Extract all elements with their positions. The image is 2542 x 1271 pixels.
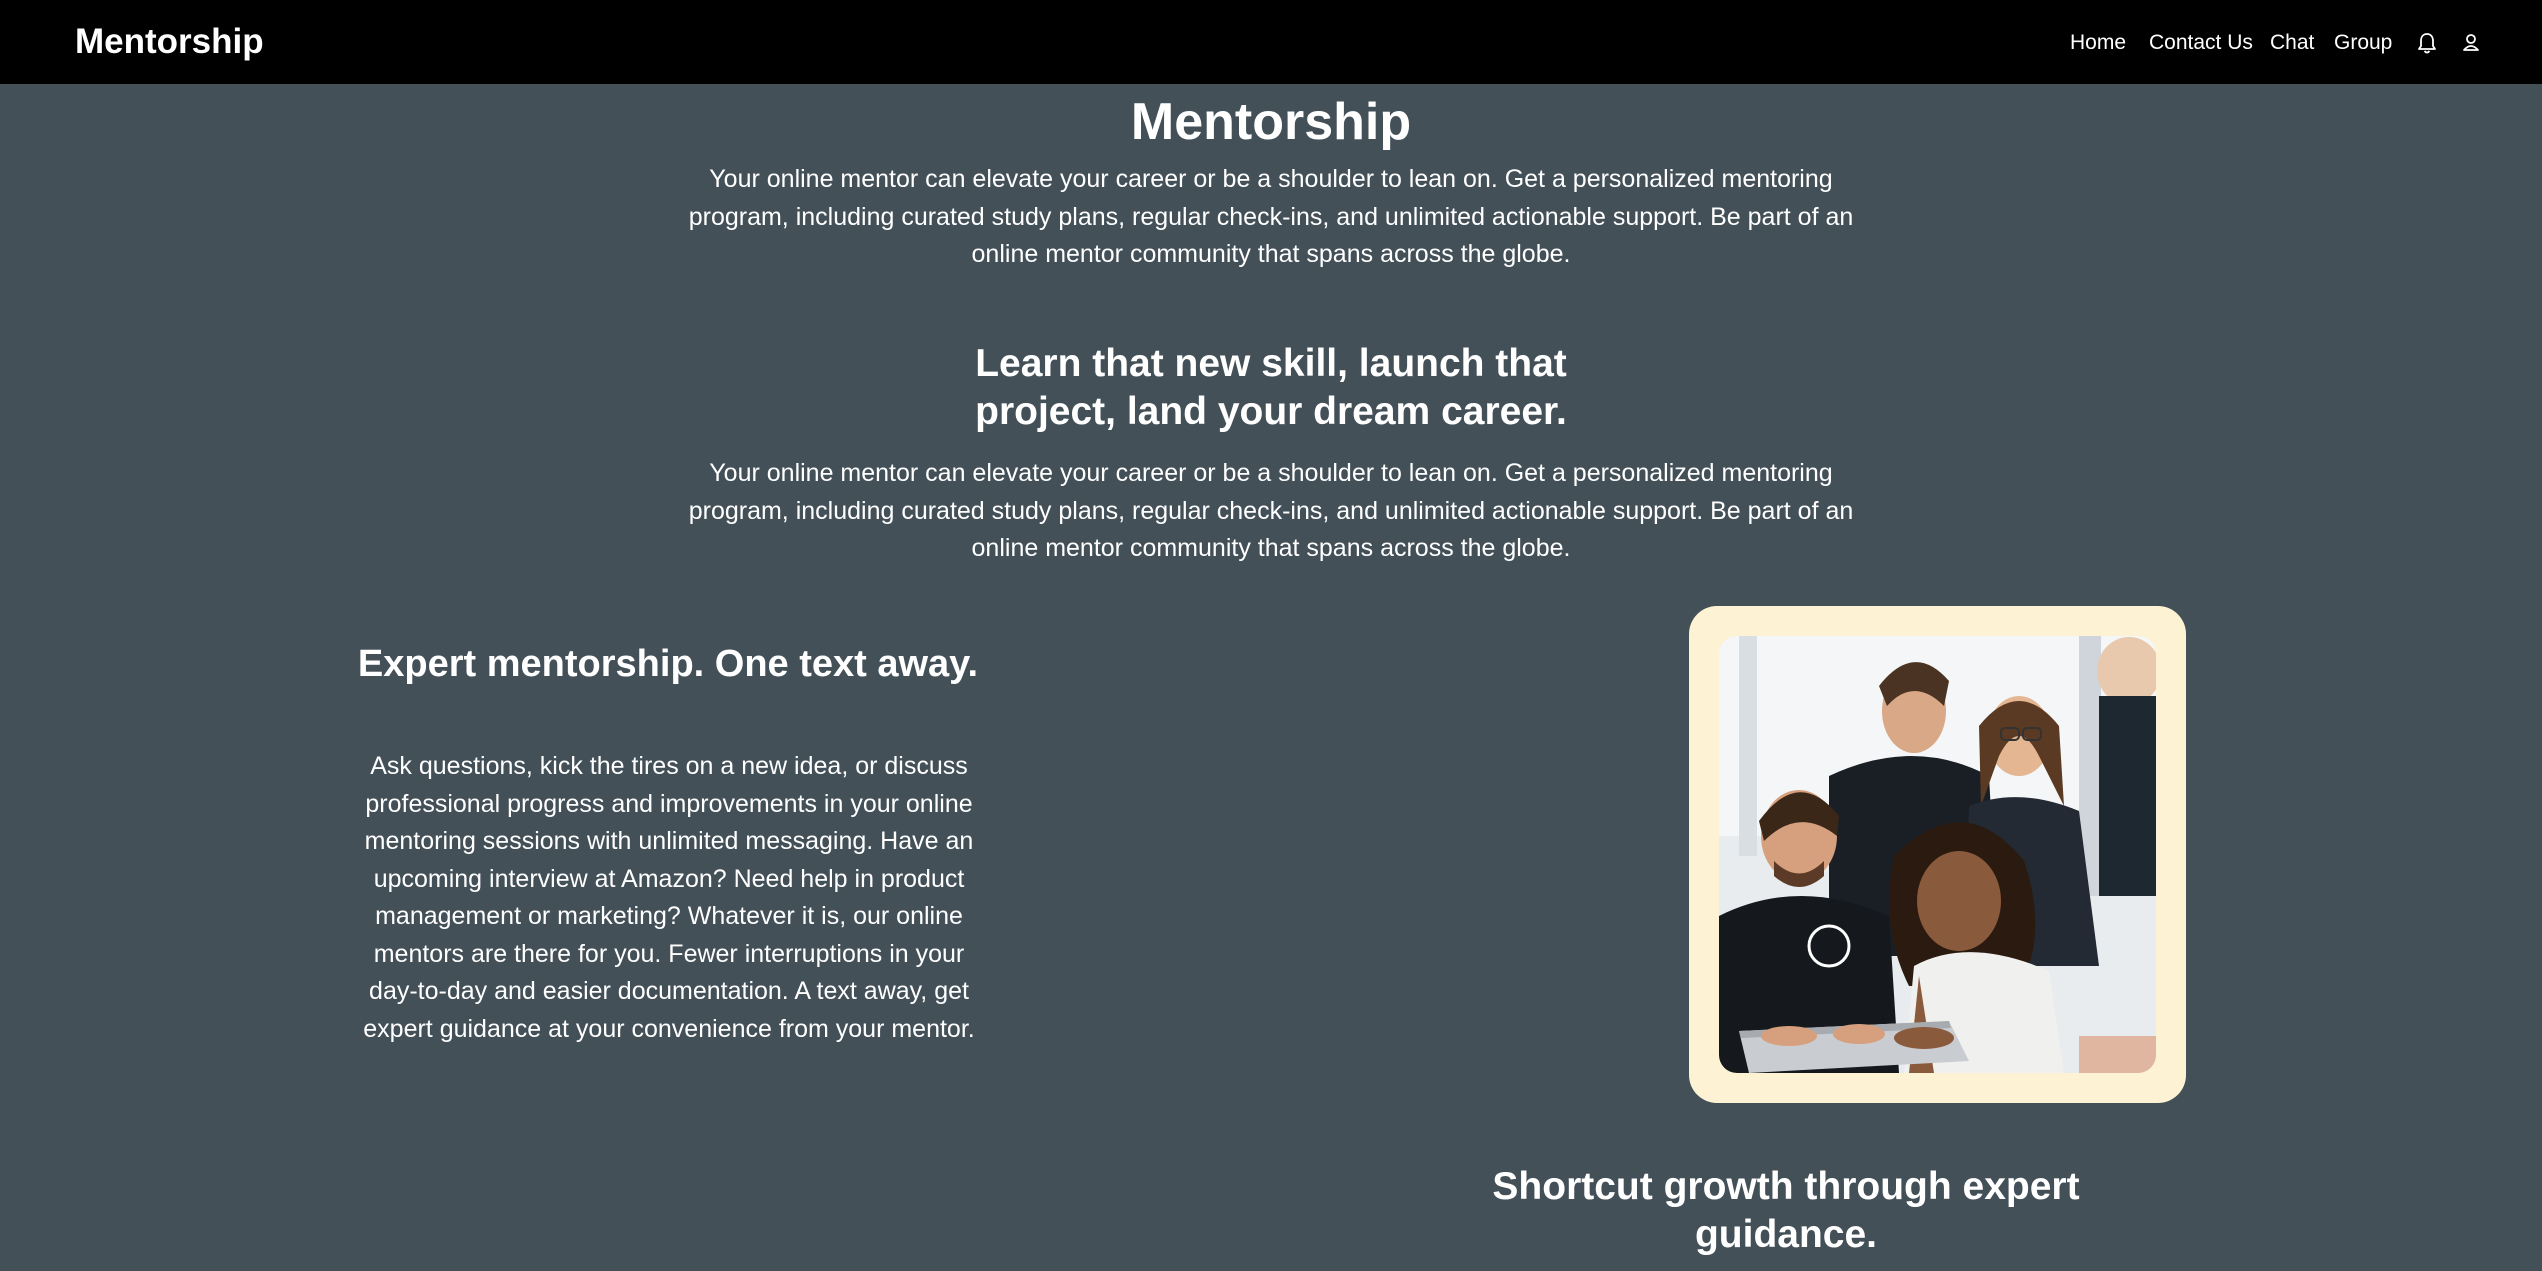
bell-icon[interactable] [2416, 31, 2438, 55]
nav-link-contact-us[interactable]: Contact Us [2149, 29, 2253, 57]
expert-mentorship-title: Expert mentorship. One text away. [357, 643, 979, 685]
mentorship-photo-frame [1689, 606, 2186, 1103]
user-icon[interactable] [2460, 31, 2482, 55]
top-navbar: Mentorship Home Contact Us Chat Group [0, 0, 2542, 84]
skill-section-description: Your online mentor can elevate your care… [688, 459, 1854, 562]
nav-link-group[interactable]: Group [2334, 29, 2392, 57]
hero-description: Your online mentor can elevate your care… [688, 165, 1854, 268]
team-at-laptop-illustration [1719, 636, 2156, 1073]
hero-title: Mentorship [1130, 93, 1412, 151]
brand-logo[interactable]: Mentorship [75, 20, 264, 64]
group-photo [1719, 636, 2156, 1073]
expert-mentorship-description: Ask questions, kick the tires on a new i… [363, 752, 975, 1043]
nav-link-chat[interactable]: Chat [2270, 29, 2314, 57]
skill-section-title: Learn that new skill, launch that projec… [975, 342, 1567, 433]
nav-link-home[interactable]: Home [2070, 29, 2126, 57]
shortcut-growth-title: Shortcut growth through expert guidance. [1492, 1165, 2080, 1256]
